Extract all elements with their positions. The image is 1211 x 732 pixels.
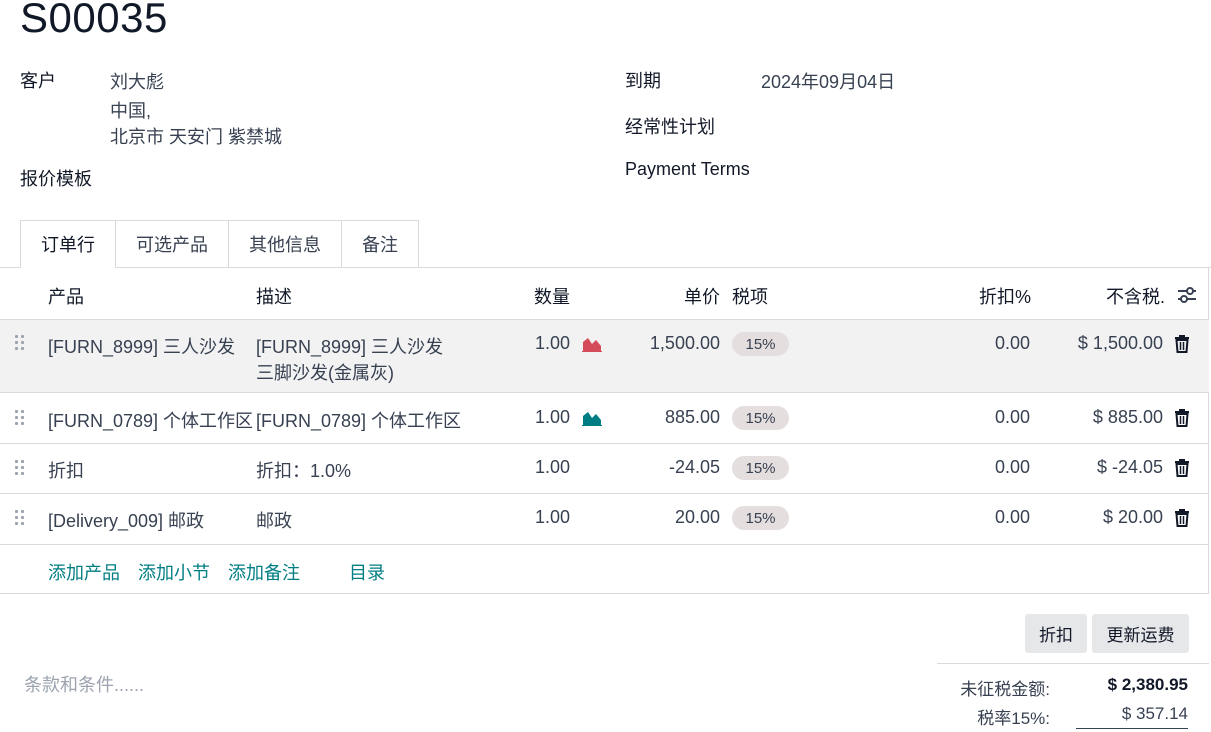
update-shipping-button[interactable]: 更新运费 bbox=[1092, 614, 1189, 653]
column-header-quantity[interactable]: 数量 bbox=[534, 283, 570, 309]
unit-price-cell[interactable]: -24.05 bbox=[620, 457, 720, 478]
customer-address-line1: 中国, bbox=[110, 101, 152, 121]
tab-other-info[interactable]: 其他信息 bbox=[229, 220, 342, 268]
column-header-unit-price[interactable]: 单价 bbox=[684, 283, 720, 309]
optional-columns-icon[interactable] bbox=[1177, 286, 1197, 304]
unit-price-cell[interactable]: 20.00 bbox=[620, 507, 720, 528]
trash-icon[interactable] bbox=[1174, 409, 1190, 427]
discount-cell[interactable]: 0.00 bbox=[950, 507, 1030, 528]
area-chart-icon[interactable] bbox=[582, 336, 602, 352]
discount-cell[interactable]: 0.00 bbox=[950, 457, 1030, 478]
customer-label: 客户 bbox=[20, 71, 56, 91]
order-lines-header: 产品 描述 数量 单价 税项 折扣% 不含税. bbox=[0, 268, 1209, 320]
subtotal-cell: $ -24.05 bbox=[1096, 457, 1163, 477]
add-line-controls: 添加产品 添加小节 添加备注 目录 bbox=[0, 545, 1209, 594]
description-cell-line2[interactable]: 三脚沙发(金属灰) bbox=[256, 359, 394, 385]
drag-handle-icon[interactable] bbox=[15, 510, 25, 526]
table-row[interactable]: [Delivery_009] 邮政 邮政 1.00 20.00 15% 0.00… bbox=[0, 494, 1209, 545]
discount-button[interactable]: 折扣 bbox=[1025, 614, 1087, 653]
description-cell[interactable]: 折扣：1.0% bbox=[256, 457, 351, 483]
catalog-link[interactable]: 目录 bbox=[349, 559, 385, 585]
subtotal-cell: $ 885.00 bbox=[1092, 407, 1163, 427]
product-cell[interactable]: [FURN_0789] 个体工作区 bbox=[48, 407, 253, 433]
subtotal-cell: $ 20.00 bbox=[1102, 507, 1163, 527]
customer-address-line2: 北京市 天安门 紫禁城 bbox=[110, 127, 283, 147]
order-title: S00035 bbox=[20, 0, 168, 41]
trash-icon[interactable] bbox=[1174, 459, 1190, 477]
table-row[interactable]: [FURN_8999] 三人沙发 [FURN_8999] 三人沙发 三脚沙发(金… bbox=[0, 320, 1209, 393]
quantity-cell[interactable]: 1.00 bbox=[500, 333, 570, 354]
quantity-cell[interactable]: 1.00 bbox=[500, 507, 570, 528]
trash-icon[interactable] bbox=[1174, 335, 1190, 353]
tax-badge[interactable]: 15% bbox=[732, 406, 789, 430]
drag-handle-icon[interactable] bbox=[15, 410, 25, 426]
trash-icon[interactable] bbox=[1174, 509, 1190, 527]
description-cell[interactable]: [FURN_8999] 三人沙发 bbox=[256, 333, 443, 359]
product-cell[interactable]: 折扣 bbox=[48, 457, 84, 483]
discount-cell[interactable]: 0.00 bbox=[950, 333, 1030, 354]
quantity-cell[interactable]: 1.00 bbox=[500, 457, 570, 478]
tab-order-lines[interactable]: 订单行 bbox=[20, 220, 116, 268]
untaxed-amount-value: $ 2,380.95 bbox=[1107, 675, 1188, 694]
subtotal-cell: $ 1,500.00 bbox=[1077, 333, 1163, 353]
add-note-link[interactable]: 添加备注 bbox=[228, 559, 300, 585]
description-cell[interactable]: [FURN_0789] 个体工作区 bbox=[256, 407, 461, 433]
notebook-tabs: 订单行 可选产品 其他信息 备注 bbox=[20, 220, 419, 268]
tax-badge[interactable]: 15% bbox=[732, 456, 789, 480]
recurring-plan-label: 经常性计划 bbox=[625, 117, 715, 137]
tax-badge[interactable]: 15% bbox=[732, 506, 789, 530]
add-product-link[interactable]: 添加产品 bbox=[48, 559, 120, 585]
column-header-discount[interactable]: 折扣% bbox=[979, 283, 1031, 309]
tab-notes[interactable]: 备注 bbox=[342, 220, 419, 268]
customer-name[interactable]: 刘大彪 bbox=[110, 68, 164, 94]
drag-handle-icon[interactable] bbox=[15, 335, 25, 351]
discount-cell[interactable]: 0.00 bbox=[950, 407, 1030, 428]
description-cell[interactable]: 邮政 bbox=[256, 507, 292, 533]
product-cell[interactable]: [Delivery_009] 邮政 bbox=[48, 507, 204, 533]
untaxed-amount-label: 未征税金额: bbox=[960, 680, 1050, 699]
unit-price-cell[interactable]: 885.00 bbox=[620, 407, 720, 428]
product-cell[interactable]: [FURN_8999] 三人沙发 bbox=[48, 333, 235, 359]
tab-optional-products[interactable]: 可选产品 bbox=[116, 220, 229, 268]
column-header-product[interactable]: 产品 bbox=[48, 283, 84, 309]
due-date-value[interactable]: 2024年09月04日 bbox=[761, 68, 895, 94]
table-row[interactable]: 折扣 折扣：1.0% 1.00 -24.05 15% 0.00 $ -24.05 bbox=[0, 444, 1209, 494]
totals-underline bbox=[1076, 728, 1188, 729]
tax-amount-label: 税率15%: bbox=[977, 709, 1050, 728]
quantity-cell[interactable]: 1.00 bbox=[500, 407, 570, 428]
drag-handle-icon[interactable] bbox=[15, 460, 25, 476]
unit-price-cell[interactable]: 1,500.00 bbox=[620, 333, 720, 354]
table-row[interactable]: [FURN_0789] 个体工作区 [FURN_0789] 个体工作区 1.00… bbox=[0, 393, 1209, 444]
totals-divider bbox=[937, 663, 1209, 664]
tax-amount-value: $ 357.14 bbox=[1121, 704, 1188, 723]
terms-and-conditions-field[interactable]: 条款和条件...... bbox=[24, 671, 144, 697]
quote-template-label: 报价模板 bbox=[20, 169, 92, 189]
add-section-link[interactable]: 添加小节 bbox=[138, 559, 210, 585]
area-chart-icon[interactable] bbox=[582, 410, 602, 426]
payment-terms-label: Payment Terms bbox=[625, 159, 750, 179]
due-date-label: 到期 bbox=[625, 71, 661, 91]
column-header-subtotal[interactable]: 不含税. bbox=[1106, 283, 1165, 309]
tax-badge[interactable]: 15% bbox=[732, 332, 789, 356]
column-header-taxes[interactable]: 税项 bbox=[732, 283, 768, 309]
column-header-description[interactable]: 描述 bbox=[256, 283, 292, 309]
